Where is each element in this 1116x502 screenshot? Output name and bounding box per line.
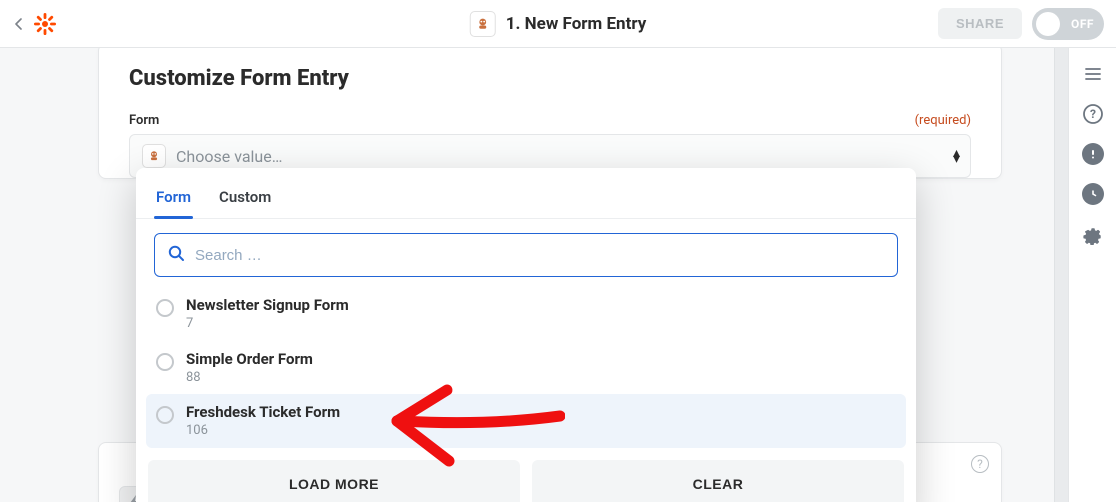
search-input[interactable] <box>195 247 885 264</box>
alert-icon[interactable] <box>1081 142 1105 166</box>
back-chevron-icon[interactable] <box>12 17 26 31</box>
clear-button[interactable]: CLEAR <box>532 460 904 502</box>
zapier-logo-icon[interactable] <box>32 11 58 37</box>
step-title-text: 1. New Form Entry <box>506 14 647 34</box>
outline-icon[interactable] <box>1081 62 1105 86</box>
radio-icon <box>156 353 174 371</box>
select-sort-icon: ▴▾ <box>953 150 960 162</box>
toggle-knob <box>1036 12 1060 36</box>
editor-card: Customize Form Entry Form (required) Cho… <box>98 48 1002 179</box>
form-field-label: Form <box>129 113 159 128</box>
gear-icon[interactable] <box>1081 222 1105 246</box>
radio-icon <box>156 299 174 317</box>
right-toolbar: ? <box>1068 48 1116 502</box>
option-sub: 7 <box>186 316 349 332</box>
history-icon[interactable] <box>1081 182 1105 206</box>
help-badge-icon[interactable]: ? <box>971 455 989 473</box>
form-select-placeholder: Choose value… <box>176 147 282 166</box>
svg-text:?: ? <box>1090 107 1096 121</box>
option-sub: 106 <box>186 423 340 439</box>
option-title: Simple Order Form <box>186 350 313 368</box>
share-button[interactable]: SHARE <box>938 8 1022 39</box>
help-icon[interactable]: ? <box>1081 102 1105 126</box>
tab-custom[interactable]: Custom <box>219 180 271 218</box>
load-more-button[interactable]: LOAD MORE <box>148 460 520 502</box>
toggle-off-label: OFF <box>1071 17 1094 31</box>
form-option[interactable]: Freshdesk Ticket Form 106 <box>146 394 906 448</box>
option-title: Freshdesk Ticket Form <box>186 403 340 421</box>
form-option[interactable]: Simple Order Form 88 <box>146 341 906 395</box>
form-field-required: (required) <box>915 113 971 128</box>
wpforms-app-icon <box>142 144 166 168</box>
editor-heading: Customize Form Entry <box>129 66 971 91</box>
wpforms-app-icon <box>470 11 496 37</box>
option-title: Newsletter Signup Form <box>186 296 349 314</box>
publish-toggle[interactable]: OFF <box>1032 8 1104 40</box>
radio-icon <box>156 406 174 424</box>
page-scrollbar[interactable] <box>1054 48 1068 502</box>
form-dropdown: Form Custom Newsletter Signup Form 7 <box>136 168 916 502</box>
search-icon <box>167 244 185 266</box>
form-option[interactable]: Newsletter Signup Form 7 <box>146 287 906 341</box>
option-sub: 88 <box>186 370 313 386</box>
step-title: 1. New Form Entry <box>470 11 647 37</box>
tab-form[interactable]: Form <box>156 180 191 218</box>
